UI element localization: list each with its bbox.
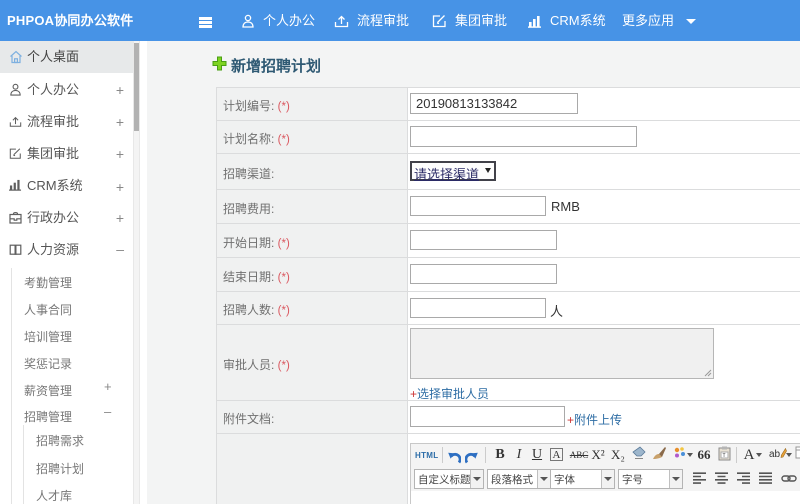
svg-text:T: T (722, 453, 725, 459)
